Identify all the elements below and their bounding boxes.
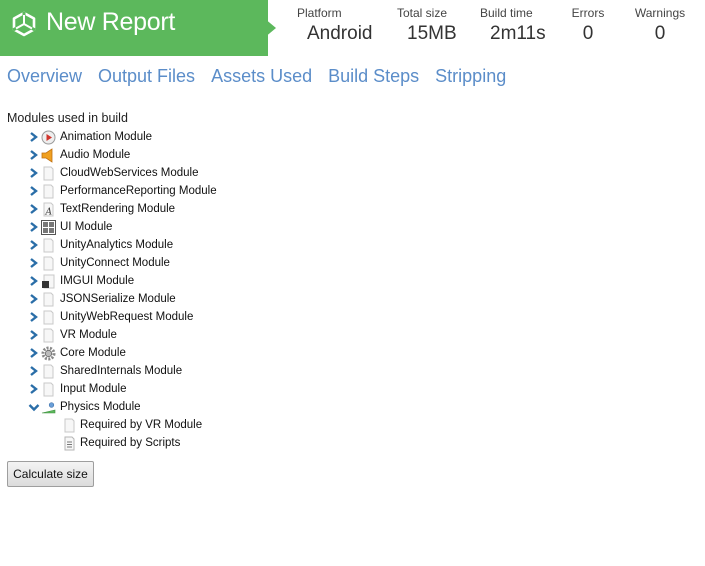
dependency-label: Required by Scripts [80,437,181,449]
expand-arrow-icon[interactable] [28,128,40,146]
expand-arrow-icon[interactable] [28,326,40,344]
expand-arrow-icon[interactable] [28,146,40,164]
audio-icon [41,148,56,163]
file-icon [41,310,56,325]
file-icon [41,184,56,199]
stat-value: 15MB [407,23,457,44]
file-icon [41,256,56,271]
expand-arrow-icon[interactable] [28,218,40,236]
module-label: IMGUI Module [60,275,135,287]
stat-value: 0 [654,23,666,44]
module-label: UI Module [60,221,113,233]
stat-label: Warnings [634,6,686,20]
expand-arrow-icon[interactable] [28,254,40,272]
module-label: UnityAnalytics Module [60,239,174,251]
text-icon: A [41,202,56,218]
expand-arrow-icon[interactable] [28,290,40,308]
tab-assets-used[interactable]: Assets Used [211,66,312,87]
stat-warnings: Warnings 0 [632,6,688,45]
report-brand-banner: New Report [0,0,268,56]
banner-pointer [264,18,276,38]
report-tabs: Overview Output Files Assets Used Build Ste… [7,66,522,90]
expand-arrow-icon[interactable] [28,344,40,362]
expand-arrow-icon[interactable] [28,182,40,200]
module-label: PerformanceReporting Module [60,185,217,197]
file-icon [41,382,56,397]
collapse-arrow-icon[interactable] [28,398,40,416]
stat-label: Platform [297,6,342,20]
gear-icon [41,346,56,361]
module-label: TextRendering Module [60,203,176,215]
stat-platform: Platform Android [297,6,373,45]
expand-arrow-icon[interactable] [28,200,40,218]
expand-arrow-icon[interactable] [28,272,40,290]
stat-errors: Errors 0 [569,6,607,45]
module-label: UnityConnect Module [60,257,170,269]
tab-stripping[interactable]: Stripping [435,66,506,87]
expand-arrow-icon[interactable] [28,308,40,326]
stat-total-size: Total size 15MB [397,6,457,45]
dependency-label: Required by VR Module [80,419,203,431]
module-label: SharedInternals Module [60,365,183,377]
expand-arrow-icon[interactable] [28,236,40,254]
file-icon [41,292,56,307]
report-header: New Report Platform Android Total size 1… [0,0,705,56]
svg-text:A: A [45,208,53,218]
file-icon [41,328,56,343]
imgui-icon [41,274,56,289]
module-label: Core Module [60,347,126,359]
stat-value: 0 [582,23,594,44]
calculate-size-button[interactable]: Calculate size [7,461,94,487]
module-label: Audio Module [60,149,131,161]
file-icon [41,238,56,253]
stat-value: 2m11s [490,23,546,44]
file-icon [41,364,56,379]
module-label: Input Module [60,383,127,395]
stat-label: Total size [397,6,448,20]
animation-icon [41,130,56,145]
expand-arrow-icon[interactable] [28,164,40,182]
stat-label: Errors [571,6,605,20]
tab-build-steps[interactable]: Build Steps [328,66,419,87]
expand-arrow-icon[interactable] [28,380,40,398]
stat-label: Build time [480,6,533,20]
tab-output-files[interactable]: Output Files [98,66,195,87]
physics-icon [41,400,56,415]
module-label: Animation Module [60,131,153,143]
script-icon [62,436,77,451]
modules-heading: Modules used in build [7,111,128,125]
module-label: Physics Module [60,401,141,413]
file-icon [41,166,56,181]
unity-logo-icon [12,11,36,37]
module-label: CloudWebServices Module [60,167,199,179]
grid-icon [41,220,56,235]
module-label: UnityWebRequest Module [60,311,194,323]
module-label: JSONSerialize Module [60,293,176,305]
tab-overview[interactable]: Overview [7,66,82,87]
report-title: New Report [46,8,175,36]
expand-arrow-icon[interactable] [28,362,40,380]
stat-build-time: Build time 2m11s [480,6,546,45]
file-icon [62,418,77,433]
module-label: VR Module [60,329,117,341]
stat-value: Android [307,23,373,44]
